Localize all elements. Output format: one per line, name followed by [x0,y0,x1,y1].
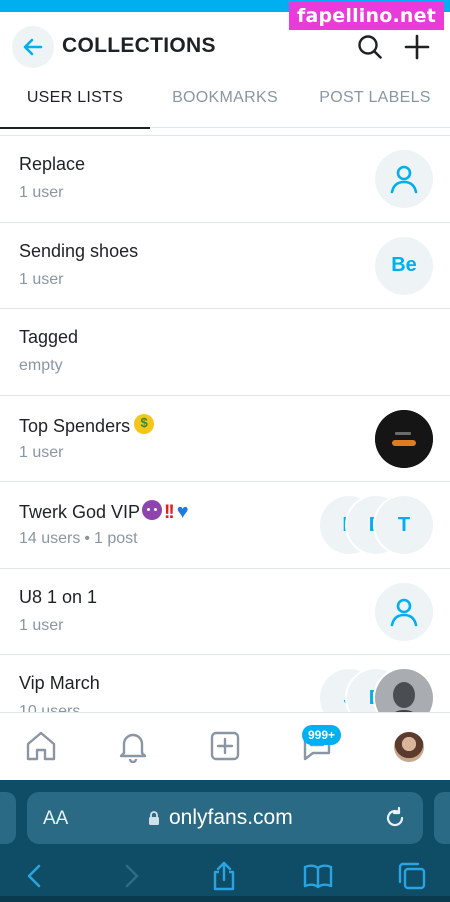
user-icon [390,165,418,194]
person-photo-icon [393,682,415,712]
lock-icon [149,811,159,825]
separator-dot: • [84,530,90,547]
profile-avatar[interactable] [394,732,424,762]
avatar [375,150,433,208]
back-icon[interactable] [19,860,51,892]
reload-icon[interactable] [383,806,407,830]
bookmarks-icon[interactable] [302,860,334,892]
back-button[interactable] [12,26,54,68]
arrow-left-icon [23,38,43,56]
home-icon[interactable] [24,729,58,763]
money-mouth-emoji-icon [134,413,155,434]
alarm-screen-thumbnail-icon [375,409,433,468]
aa-label: AA [43,808,69,829]
list-item-vip-march[interactable]: Vip March 10 users J D [0,655,450,712]
list-name: U8 1 on 1 [19,586,98,607]
post-count: 1 post [93,530,138,547]
add-post-icon[interactable] [208,729,242,763]
list-name-wrap: Twerk God VIP!! ♥ [19,500,189,524]
search-icon[interactable] [356,33,384,61]
list-name: Top Spenders [19,415,131,436]
double-exclamation-emoji-icon: !! [164,502,175,523]
list-name: Sending shoes [19,240,139,261]
list-item-twerk-god-vip[interactable]: Twerk God VIP!!♥ 14 users•1 post E D T [0,482,450,569]
list-count: 1 user [19,270,64,288]
list-name: Replace [19,154,86,174]
previous-tab-edge[interactable] [0,792,16,844]
list-item-replace[interactable]: Replace 1 user [0,136,450,223]
tab-post-labels[interactable]: POST LABELS [300,78,450,128]
list-count: empty [19,357,63,374]
page-title: COLLECTIONS [62,34,216,57]
avatar-initials: T [375,496,433,554]
list-count: 1 user [19,184,64,201]
list-meta: 14 users • 1 post [19,530,138,548]
devil-emoji-icon [142,500,163,520]
header: COLLECTIONS [0,22,450,74]
avatar-photo [375,669,433,712]
tab-bookmarks[interactable]: BOOKMARKS [150,78,300,128]
next-tab-edge[interactable] [434,792,450,844]
tab-user-lists[interactable]: USER LISTS [0,78,150,129]
forward-icon [125,864,139,888]
reader-settings-button[interactable]: AA [43,808,68,830]
share-icon[interactable] [208,860,240,892]
plus-icon[interactable] [402,32,432,62]
list-name: Twerk God VIP [19,502,141,522]
address-bar[interactable]: AA onlyfans.com [27,792,423,844]
bottom-navigation: 999+ [0,712,450,780]
user-lists: Replace 1 user Sending shoes 1 user Be T… [0,130,450,712]
avatar-photo [375,409,433,468]
collection-tabs: USER LISTS BOOKMARKS POST LABELS [0,78,450,129]
list-count: 14 users [19,530,81,547]
messages-badge: 999+ [302,725,342,745]
list-item-u8-1-on-1[interactable]: U8 1 on 1 1 user [0,569,450,655]
list-name: Tagged [19,327,79,347]
tabs-icon[interactable] [396,860,428,892]
browser-toolbar: AA onlyfans.com [0,780,450,902]
list-name-wrap: Top Spenders [19,413,155,437]
url-text: onlyfans.com [169,806,293,829]
user-icon [390,598,418,626]
avatar-initials: Be [375,236,433,295]
list-count: 10 users [19,703,81,712]
list-item-top-spenders[interactable]: Top Spenders 1 user [0,396,450,482]
bottom-edge [0,896,450,902]
list-count: 1 user [19,616,64,634]
blue-heart-emoji-icon: ♥ [176,501,189,523]
list-count: 1 user [19,443,64,461]
list-item-sending-shoes[interactable]: Sending shoes 1 user Be [0,223,450,309]
avatar [375,582,433,641]
list-name: Vip March [19,673,100,693]
bell-icon[interactable] [116,729,150,763]
list-item-tagged[interactable]: Tagged empty [0,309,450,396]
